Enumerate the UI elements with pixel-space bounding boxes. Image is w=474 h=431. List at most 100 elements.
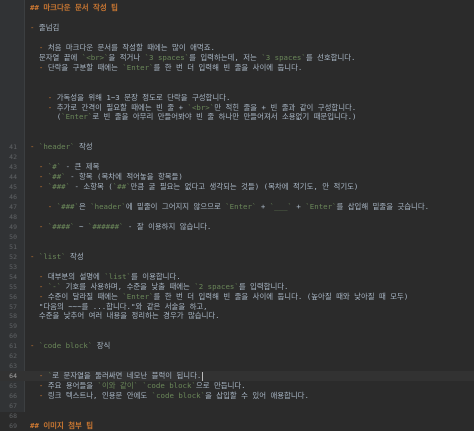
text-run: 줄넘김 xyxy=(38,22,60,32)
inline-code: `Enter` xyxy=(122,291,154,301)
editor-line[interactable]: (`Enter`로 빈 줄을 아무리 만들어봐야 빈 줄 하나만 만들어져서 소… xyxy=(0,112,474,122)
editor-line[interactable] xyxy=(0,13,474,23)
text-run: 가독성을 위해 1~3 문장 정도로 단락을 구성합니다. xyxy=(56,92,231,102)
text-run: 을 적거나 xyxy=(108,52,145,62)
line-number: 49 xyxy=(9,222,17,231)
editor-line[interactable]: 49 - `####` ~ `######` - 잘 이용하지 않습니다. xyxy=(0,222,474,232)
text-run: 작성 xyxy=(74,142,93,152)
editor-line[interactable]: ## 마크다운 문서 작성 팁 xyxy=(0,3,474,13)
inline-code: `<br>` xyxy=(81,52,109,62)
line-text: "다음의 ~~~를 ...합니다."와 같은 서술을 하고, xyxy=(30,302,208,312)
text-run: 기호를 사용하며, 수준을 낮출 때에는 xyxy=(61,281,195,291)
editor-line[interactable] xyxy=(0,122,474,132)
line-number: 60 xyxy=(9,332,17,341)
line-number: 43 xyxy=(9,163,17,172)
text-run: 추가로 간격이 필요할 때에는 빈 줄 + xyxy=(56,102,188,112)
editor-line[interactable]: 61 - `code block` 장식 xyxy=(0,341,474,351)
editor-line[interactable]: 43 - `#` - 큰 제목 xyxy=(0,162,474,172)
editor-line[interactable]: 66 - 링크 텍스트나, 인용문 안에도 `code block`을 삽입할 … xyxy=(0,391,474,401)
line-text: - `####` ~ `######` - 잘 이용하지 않습니다. xyxy=(30,222,212,232)
editor-line[interactable]: 69 ## 이미지 첨부 팁 xyxy=(0,421,474,431)
code-editor[interactable]: ## 마크다운 문서 작성 팁 - 줄넘김 - 처음 마크다운 문서를 작성할 때… xyxy=(0,0,474,430)
line-number: 65 xyxy=(9,382,17,391)
line-number: 52 xyxy=(9,252,17,261)
editor-line[interactable]: 54 - 대부분의 설명에 `list`를 이용합니다. xyxy=(0,272,474,282)
list-marker: - xyxy=(30,271,48,281)
editor-line[interactable]: 50 xyxy=(0,232,474,242)
text-run: 를 삽입해 밑줄을 긋습니다. xyxy=(336,202,430,211)
text-run: 문자열 끝에 xyxy=(30,52,82,62)
editor-line[interactable] xyxy=(0,132,474,142)
editor-line[interactable]: 52 - `list` 작성 xyxy=(0,252,474,262)
line-number: 45 xyxy=(9,183,17,192)
editor-line[interactable]: - 처음 마크다운 문서를 작성할 때에는 많이 애먹죠. xyxy=(0,43,474,53)
line-number: 57 xyxy=(9,302,17,311)
line-number: 66 xyxy=(9,392,17,401)
editor-line[interactable]: 48 xyxy=(0,212,474,222)
editor-line[interactable]: 42 xyxy=(0,152,474,162)
editor-line[interactable]: 57 "다음의 ~~~를 ...합니다."와 같은 서술을 하고, xyxy=(0,302,474,312)
editor-line[interactable]: - 단락을 구분할 때에는 `Enter`를 한 번 더 입력해 빈 줄을 사이… xyxy=(0,63,474,73)
editor-line[interactable] xyxy=(0,73,474,83)
editor-line[interactable]: 68 xyxy=(0,411,474,421)
editor-line[interactable]: 60 xyxy=(0,331,474,341)
inline-code: `2 spaces` xyxy=(194,281,239,291)
line-text: - 수준이 달라질 때에는 `Enter`를 한 번 더 입력해 빈 줄을 사이… xyxy=(30,292,408,302)
editor-line[interactable]: 59 xyxy=(0,321,474,331)
text-run: 를 이용합니다. xyxy=(131,271,181,281)
text-run: 를 선호합니다. xyxy=(305,52,356,62)
line-number: 48 xyxy=(9,212,17,221)
inline-code: `이와 같이` xyxy=(97,381,139,391)
editor-line[interactable]: 문자열 끝에 `<br>`을 적거나 `3 spaces`를 입력하는데, 저는… xyxy=(0,53,474,63)
text-run: ( xyxy=(30,112,62,122)
text-run: 수준이 달라질 때에는 xyxy=(47,291,123,301)
editor-line[interactable]: 46 xyxy=(0,192,474,202)
line-number: 69 xyxy=(9,421,17,430)
text-run: - 소항목 ( xyxy=(70,182,113,192)
markdown-heading: ## 이미지 첨부 팁 xyxy=(30,420,94,430)
line-text: - 주요 용어들을 `이와 같이` `code block`으로 만듭니다. xyxy=(30,381,246,391)
editor-line[interactable]: 47 - `###`은 `header`에 밑줄이 그어지지 않으므로 `Ent… xyxy=(0,202,474,212)
inline-code: `header` xyxy=(90,202,126,211)
line-text: - 가독성을 위해 1~3 문장 정도로 단락을 구성합니다. xyxy=(30,92,231,103)
editor-line[interactable]: 63 xyxy=(0,361,474,371)
editor-line[interactable]: 56 - 수준이 달라질 때에는 `Enter`를 한 번 더 입력해 빈 줄을… xyxy=(0,292,474,302)
line-text: - `header` 작성 xyxy=(30,142,93,152)
editor-line[interactable]: 62 xyxy=(0,351,474,361)
editor-line[interactable]: - 추가로 간격이 필요할 때에는 빈 줄 + `<br>`만 적힌 줄을 + … xyxy=(0,103,474,113)
editor-line[interactable]: 45 - `###` - 소항목 (`##`만큼 굴 필요는 없다고 생각되는 … xyxy=(0,182,474,192)
text-run: 만큼 굴 필요는 없다고 생각되는 것들) (목차에 적기도, 안 적기도) xyxy=(130,182,359,192)
text-run: 으로 만듭니다. xyxy=(195,381,246,391)
line-number: 62 xyxy=(9,352,17,361)
list-marker: - xyxy=(30,42,48,52)
line-number: 54 xyxy=(9,272,17,281)
editor-line[interactable]: 53 xyxy=(0,262,474,272)
inline-code: `###` xyxy=(47,182,71,192)
editor-line[interactable]: - 줄넘김 xyxy=(0,23,474,33)
list-marker: - xyxy=(30,251,39,261)
editor-line[interactable]: 64 - `로 문자열을 둘러싸면 네모난 블럭이 됩니다. xyxy=(0,371,474,382)
line-number: 63 xyxy=(9,362,17,371)
editor-line[interactable]: 65 - 주요 용어들을 `이와 같이` `code block`으로 만듭니다… xyxy=(0,381,474,391)
list-marker: - xyxy=(30,182,48,192)
text-run: 을 삽입할 수 있어 애용합니다. xyxy=(205,391,309,401)
text-run: - 항목 (목차에 적어놓을 항목들) xyxy=(65,172,183,182)
line-number: 67 xyxy=(9,402,17,410)
editor-line[interactable]: - 가독성을 위해 1~3 문장 정도로 단락을 구성합니다. xyxy=(0,93,474,103)
list-marker: - xyxy=(30,92,57,102)
line-number: 55 xyxy=(9,282,17,291)
inline-code: `##` xyxy=(112,182,131,192)
editor-line[interactable]: 44 - `##` - 항목 (목차에 적어놓을 항목들) xyxy=(0,172,474,182)
line-number: 44 xyxy=(9,173,17,182)
editor-line[interactable]: 67 xyxy=(0,401,474,411)
editor-line[interactable]: 55 - `-` 기호를 사용하며, 수준을 낮출 때에는 `2 spaces`… xyxy=(0,282,474,292)
editor-line[interactable] xyxy=(0,33,474,43)
editor-line[interactable] xyxy=(0,83,474,93)
editor-line[interactable]: 58 수준을 낮추어 여러 내용을 정리하는 경우가 많습니다. xyxy=(0,311,474,321)
line-text: - `로 문자열을 둘러싸면 네모난 블럭이 됩니다. xyxy=(30,371,204,381)
line-text: ## 마크다운 문서 작성 팁 xyxy=(30,3,118,13)
editor-line[interactable]: 51 xyxy=(0,242,474,252)
editor-line[interactable]: 41 - `header` 작성 xyxy=(0,142,474,152)
line-text: - 대부분의 설명에 `list`를 이용합니다. xyxy=(30,272,181,282)
inline-code: `header` xyxy=(38,142,75,152)
